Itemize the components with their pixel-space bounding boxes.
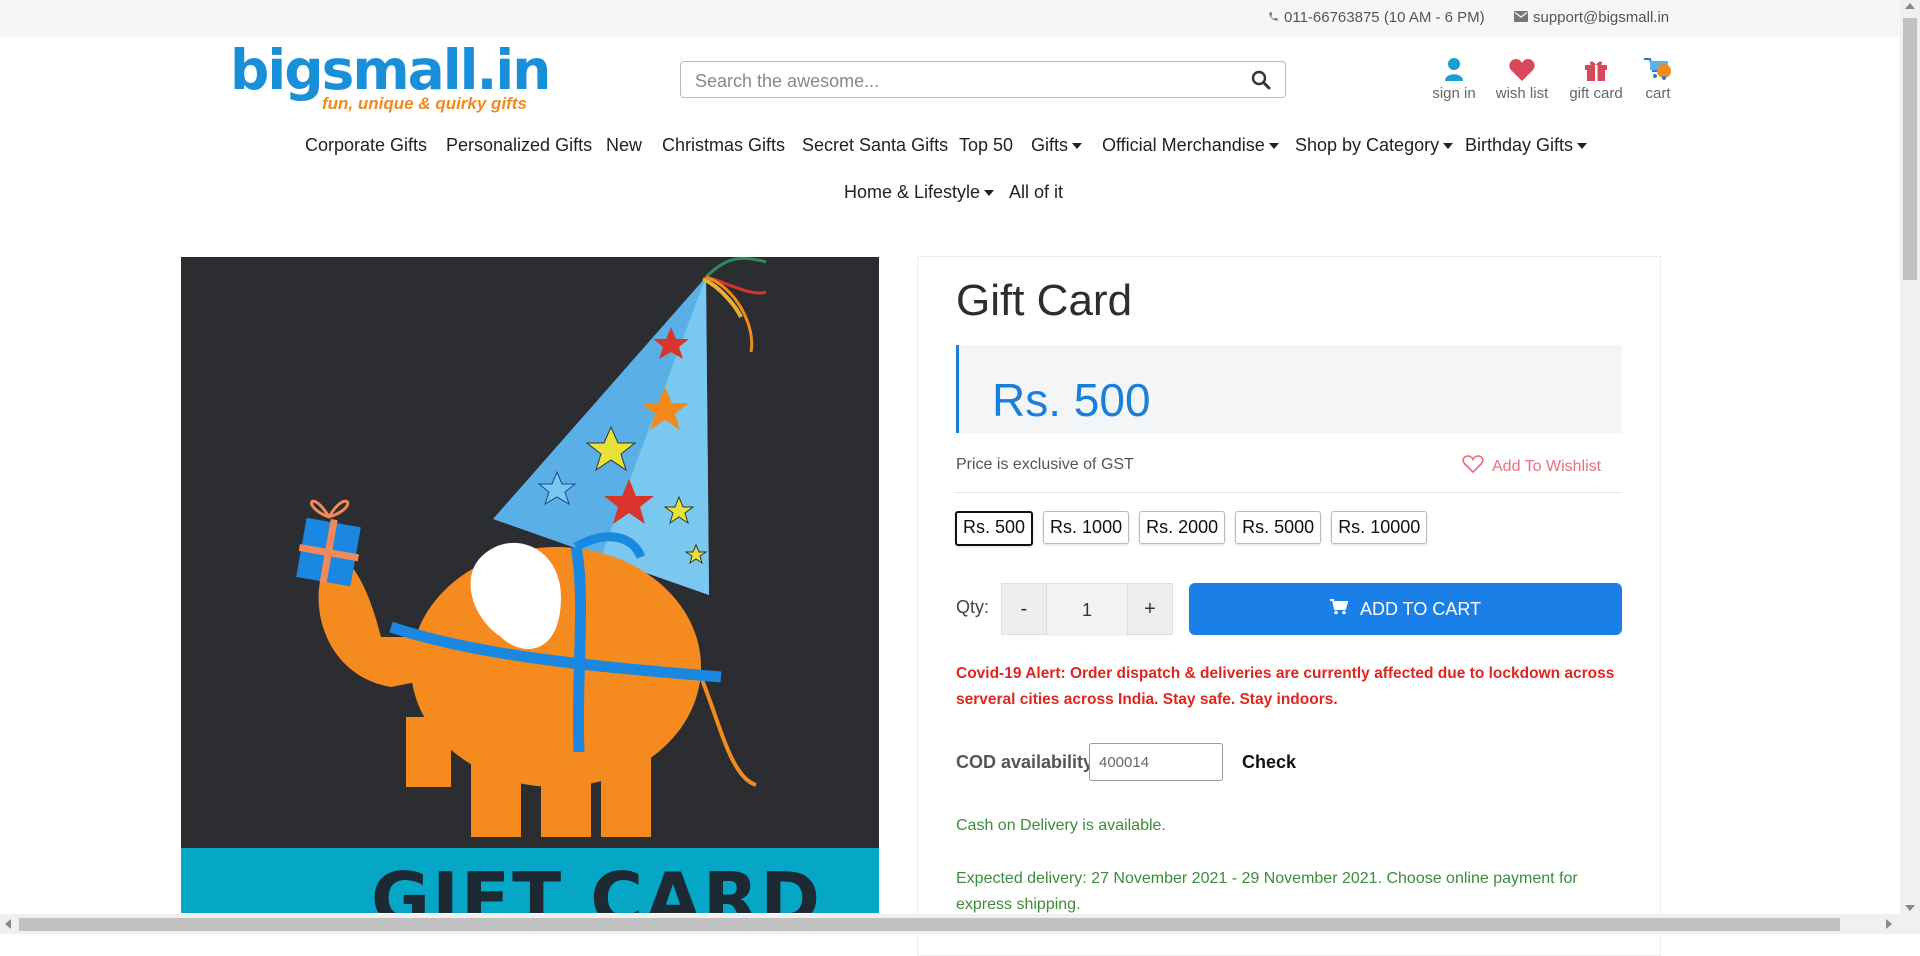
- nav-label: Christmas Gifts: [662, 135, 786, 155]
- pincode-input[interactable]: [1089, 743, 1223, 781]
- cart-link[interactable]: cart: [1640, 55, 1676, 102]
- cart-icon: [1640, 55, 1676, 81]
- expected-delivery: Expected delivery: 27 November 2021 - 29…: [956, 870, 1578, 913]
- logo-wordmark: bigsmall.in: [230, 38, 551, 102]
- gst-note: Price is exclusive of GST: [956, 456, 1134, 473]
- caret-down-icon: [1268, 142, 1279, 149]
- divider: [956, 492, 1622, 493]
- add-to-wishlist-button[interactable]: Add To Wishlist: [1462, 455, 1601, 479]
- nav-gifts[interactable]: Gifts: [1031, 135, 1083, 156]
- gift-card-banner-text: GIFT CARD: [371, 857, 823, 913]
- gift-icon: [1565, 55, 1627, 81]
- logo-tagline: fun, unique & quirky gifts: [322, 94, 527, 113]
- top-contact-bar: 011-66763875 (10 AM - 6 PM) support@bigs…: [0, 0, 1900, 37]
- quantity-increase-button[interactable]: +: [1128, 584, 1172, 634]
- sign-in-link[interactable]: sign in: [1430, 55, 1478, 102]
- mail-icon: [1514, 9, 1528, 26]
- wish-list-link[interactable]: wish list: [1492, 55, 1552, 102]
- nav-official-merchandise[interactable]: Official Merchandise: [1102, 135, 1279, 156]
- caret-down-icon: [1577, 142, 1588, 149]
- nav-label: Shop by Category: [1295, 135, 1440, 155]
- add-to-wishlist-label: Add To Wishlist: [1492, 458, 1602, 475]
- vertical-scroll-thumb[interactable]: [1903, 18, 1917, 280]
- gift-card-label: gift card: [1569, 85, 1623, 102]
- denomination-option-2000[interactable]: Rs. 2000: [1139, 511, 1226, 544]
- nav-all-of-it[interactable]: All of it: [1009, 182, 1063, 203]
- email-contact[interactable]: support@bigsmall.in: [1514, 9, 1669, 26]
- add-to-cart-label: ADD TO CART: [1359, 598, 1482, 619]
- search-input[interactable]: [693, 68, 1237, 94]
- scroll-left-icon[interactable]: [5, 919, 11, 929]
- product-image[interactable]: GIFT CARD: [181, 257, 879, 913]
- nav-label: Birthday Gifts: [1465, 135, 1574, 155]
- quantity-input[interactable]: [1046, 584, 1128, 636]
- nav-home-lifestyle[interactable]: Home & Lifestyle: [844, 182, 995, 203]
- denomination-option-5000[interactable]: Rs. 5000: [1235, 511, 1322, 544]
- phone-contact[interactable]: 011-66763875 (10 AM - 6 PM): [1268, 9, 1485, 26]
- scroll-down-icon[interactable]: [1905, 905, 1915, 911]
- nav-label: All of it: [1009, 182, 1064, 202]
- search-bar: [680, 61, 1286, 98]
- phone-icon: [1268, 9, 1279, 26]
- scroll-up-icon[interactable]: [1905, 3, 1915, 9]
- denomination-selector: Rs. 500 Rs. 1000 Rs. 2000 Rs. 5000 Rs. 1…: [955, 511, 1428, 546]
- gift-card-link[interactable]: gift card: [1565, 55, 1627, 102]
- denomination-option-10000[interactable]: Rs. 10000: [1331, 511, 1428, 544]
- caret-down-icon: [1443, 142, 1454, 149]
- cod-availability-label: COD availability: [956, 752, 1094, 772]
- product-price: Rs. 500: [992, 374, 1151, 426]
- product-title: Gift Card: [956, 276, 1133, 325]
- sign-in-label: sign in: [1432, 85, 1476, 102]
- cart-label: cart: [1645, 85, 1671, 102]
- denomination-option-1000[interactable]: Rs. 1000: [1043, 511, 1130, 544]
- caret-down-icon: [1072, 142, 1083, 149]
- site-logo[interactable]: bigsmall.in fun, unique & quirky gifts: [230, 38, 551, 120]
- nav-corporate-gifts[interactable]: Corporate Gifts: [305, 135, 427, 156]
- shopping-cart-icon: [1329, 598, 1349, 620]
- quantity-decrease-button[interactable]: -: [1002, 584, 1046, 634]
- check-button[interactable]: Check: [1242, 752, 1296, 773]
- horizontal-scroll-thumb[interactable]: [19, 918, 1840, 931]
- elephant-party-hat-illustration: [296, 257, 767, 837]
- nav-label: Top 50: [959, 135, 1014, 155]
- wish-list-label: wish list: [1495, 85, 1549, 102]
- heart-outline-icon: [1462, 455, 1484, 479]
- nav-personalized-gifts[interactable]: Personalized Gifts: [446, 135, 592, 156]
- nav-label: Home & Lifestyle: [844, 182, 981, 202]
- search-icon[interactable]: [1251, 70, 1271, 95]
- nav-top-50[interactable]: Top 50: [959, 135, 1013, 156]
- phone-text: 011-66763875 (10 AM - 6 PM): [1284, 9, 1485, 26]
- covid-alert: Covid-19 Alert: Order dispatch & deliver…: [956, 665, 1615, 708]
- nav-label: Personalized Gifts: [446, 135, 593, 155]
- nav-label: Gifts: [1031, 135, 1069, 155]
- nav-label: Official Merchandise: [1102, 135, 1265, 155]
- email-text: support@bigsmall.in: [1533, 9, 1670, 26]
- heart-icon: [1492, 55, 1552, 81]
- vertical-scrollbar[interactable]: [1900, 0, 1920, 914]
- add-to-cart-button[interactable]: ADD TO CART: [1189, 583, 1622, 635]
- cod-status: Cash on Delivery is available.: [956, 817, 1166, 834]
- nav-new[interactable]: New: [606, 135, 642, 156]
- quantity-label: Qty:: [956, 597, 990, 617]
- nav-label: Corporate Gifts: [305, 135, 428, 155]
- scroll-right-icon[interactable]: [1886, 919, 1892, 929]
- denomination-option-500[interactable]: Rs. 500: [955, 511, 1034, 546]
- nav-label: Secret Santa Gifts: [802, 135, 949, 155]
- nav-birthday-gifts[interactable]: Birthday Gifts: [1465, 135, 1588, 156]
- quantity-stepper: - +: [1001, 583, 1173, 636]
- caret-down-icon: [984, 189, 995, 196]
- user-icon: [1430, 55, 1478, 81]
- price-box: Rs. 500: [956, 345, 1622, 433]
- nav-secret-santa-gifts[interactable]: Secret Santa Gifts: [802, 135, 948, 156]
- nav-shop-by-category[interactable]: Shop by Category: [1295, 135, 1454, 156]
- nav-christmas-gifts[interactable]: Christmas Gifts: [662, 135, 785, 156]
- horizontal-scrollbar[interactable]: [0, 914, 1920, 934]
- nav-label: New: [606, 135, 643, 155]
